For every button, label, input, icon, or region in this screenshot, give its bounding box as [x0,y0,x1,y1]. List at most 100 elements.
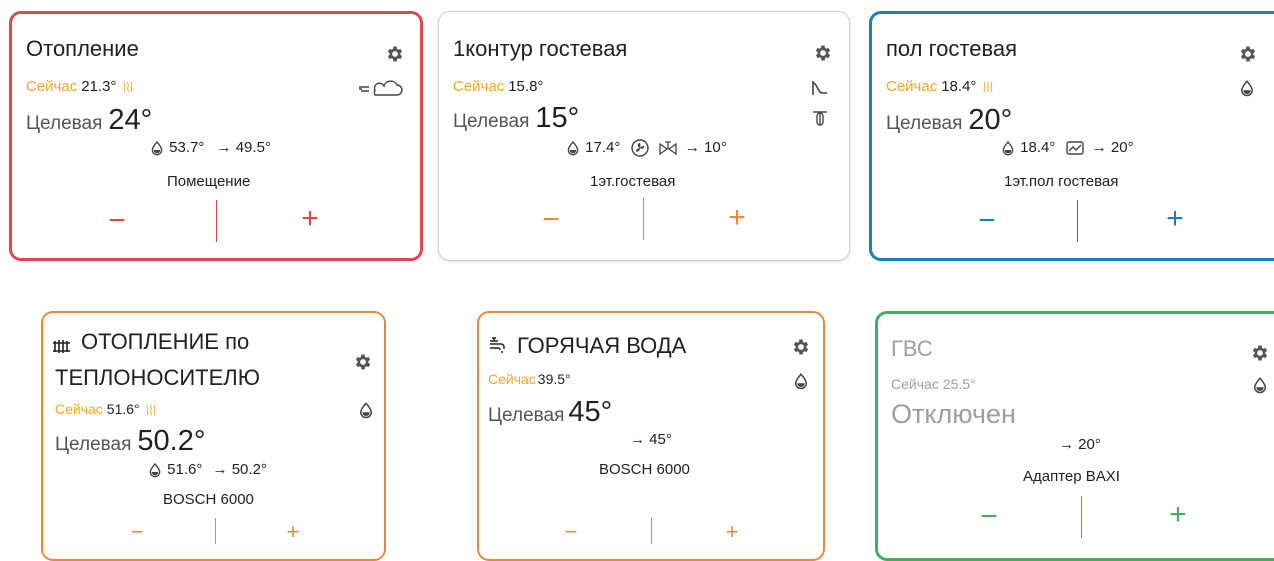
divider [1077,200,1078,242]
current-temp: Сейчас 15.8° [453,78,543,95]
increase-button[interactable]: + [273,517,313,547]
circuit-card: 1контур гостевая Сейчас 15.8° Целевая 15° … [438,11,850,261]
target-label: Целевая [55,434,132,455]
now-label: Сейчас [891,376,939,392]
decrease-button[interactable]: − [969,502,1009,532]
target-value: 20° [968,104,1013,136]
current-temp: Сейчас 51.6° [55,401,158,418]
target-label: Целевая [453,111,530,132]
gear-icon[interactable] [1238,44,1258,64]
fan-icon [630,139,649,157]
card-title: ГОРЯЧАЯ ВОДА [517,333,687,358]
return-temp: → 49.5° [216,139,271,156]
now-value: 51.6° [106,401,140,417]
target-value: 50.2° [137,425,206,457]
card-title: ГВС [891,336,933,361]
sensor-name: Адаптер BAXI [1023,468,1120,485]
return-temp: → 20° [1059,436,1101,453]
flow-info: 53.7° → 49.5° [149,139,271,156]
status-text: Отключен [891,399,1016,429]
decrease-button[interactable]: − [967,206,1007,236]
target-temp: Целевая 50.2° [55,425,205,458]
current-temp: Сейчас 25.5° [891,376,976,392]
heating-card: Отопление Сейчас 21.3° Целевая 24° 53.7° →… [9,11,423,261]
gear-icon[interactable] [1250,343,1270,363]
drop-icon [565,140,581,156]
coolant-heating-card: ОТОПЛЕНИЕ по ТЕПЛОНОСИТЕЛЮ Сейчас 51.6° Ц… [41,311,386,561]
divider [1081,496,1082,538]
heating-waves-icon [121,79,135,95]
target-label: Целевая [488,405,565,426]
decrease-button[interactable]: − [551,517,591,547]
wind-cloud-icon [359,80,403,96]
card-title-line2: ТЕПЛОНОСИТЕЛЮ [55,365,260,390]
increase-button[interactable]: + [1155,204,1195,234]
decrease-button[interactable]: − [531,205,571,235]
now-value: 39.5° [537,371,571,387]
heating-waves-icon [144,402,158,418]
current-temp: Сейчас 21.3° [26,78,135,95]
sensor-name: Помещение [167,173,251,190]
current-temp: Сейчас 18.4° [886,78,995,95]
decrease-button[interactable]: − [97,206,137,236]
now-value: 15.8° [508,78,544,95]
drop-icon [357,401,375,419]
drop-icon [147,462,163,478]
target-temp: Целевая 15° [453,102,579,135]
card-title: 1контур гостевая [453,36,628,61]
increase-button[interactable]: + [290,204,330,234]
gear-icon[interactable] [353,352,373,372]
hot-water-card: ГОРЯЧАЯ ВОДА Сейчас 39.5° Целевая 45° → 45… [477,311,825,561]
gear-icon[interactable] [791,337,811,357]
sensor-name: BOSCH 6000 [163,491,254,508]
valve-icon [659,141,677,156]
divider [651,518,652,544]
gear-icon[interactable] [385,44,405,64]
thermostat-icon [813,111,827,126]
now-label: Сейчас [453,78,505,95]
flow-info: 17.4° → 10° [565,139,727,157]
flow-temp: 53.7° [169,139,205,156]
target-value: 45° [568,396,613,428]
drop-icon [1000,140,1016,156]
drop-icon [149,140,165,156]
increase-button[interactable]: + [1158,500,1198,530]
dhw-card: ГВС Сейчас 25.5° Отключен → 20° Адаптер B… [875,311,1274,561]
card-title: ОТОПЛЕНИЕ по [81,329,250,354]
radiator-icon [53,340,70,353]
return-temp: → 45° [630,431,672,448]
target-label: Целевая [26,113,103,134]
flow-temp: 51.6° [167,461,203,478]
increase-button[interactable]: + [712,517,752,547]
increase-button[interactable]: + [717,203,757,233]
now-label: Сейчас [886,78,938,95]
return-temp: → 20° [1091,139,1134,156]
sensor-name: BOSCH 6000 [599,461,690,478]
sensor-name: 1эт.пол гостевая [1004,173,1119,190]
divider [643,198,644,240]
now-value: 21.3° [81,78,117,95]
flow-temp: 18.4° [1020,139,1056,156]
target-temp: Целевая 20° [886,104,1012,137]
now-label: Сейчас [26,78,78,95]
flow-temp: 17.4° [585,139,621,156]
card-title: пол гостевая [886,36,1018,61]
target-temp: Целевая 24° [26,104,152,137]
chart-icon [1065,141,1084,155]
now-value: 18.4° [941,78,977,95]
now-label: Сейчас [488,371,536,387]
drop-icon [1251,376,1269,394]
decrease-button[interactable]: − [117,517,157,547]
faucet-icon [490,337,505,353]
flow-info: 18.4° → 20° [1000,139,1134,156]
current-temp: Сейчас 39.5° [488,371,571,387]
target-label: Целевая [886,113,963,134]
gear-icon[interactable] [813,43,833,63]
sensor-name: 1эт.гостевая [590,173,676,190]
drop-icon [792,372,810,390]
target-value: 24° [108,104,153,136]
curve-icon [812,81,827,95]
flow-info: 51.6° → 50.2° [147,461,267,478]
divider [216,200,217,242]
return-temp: → 50.2° [212,461,267,478]
